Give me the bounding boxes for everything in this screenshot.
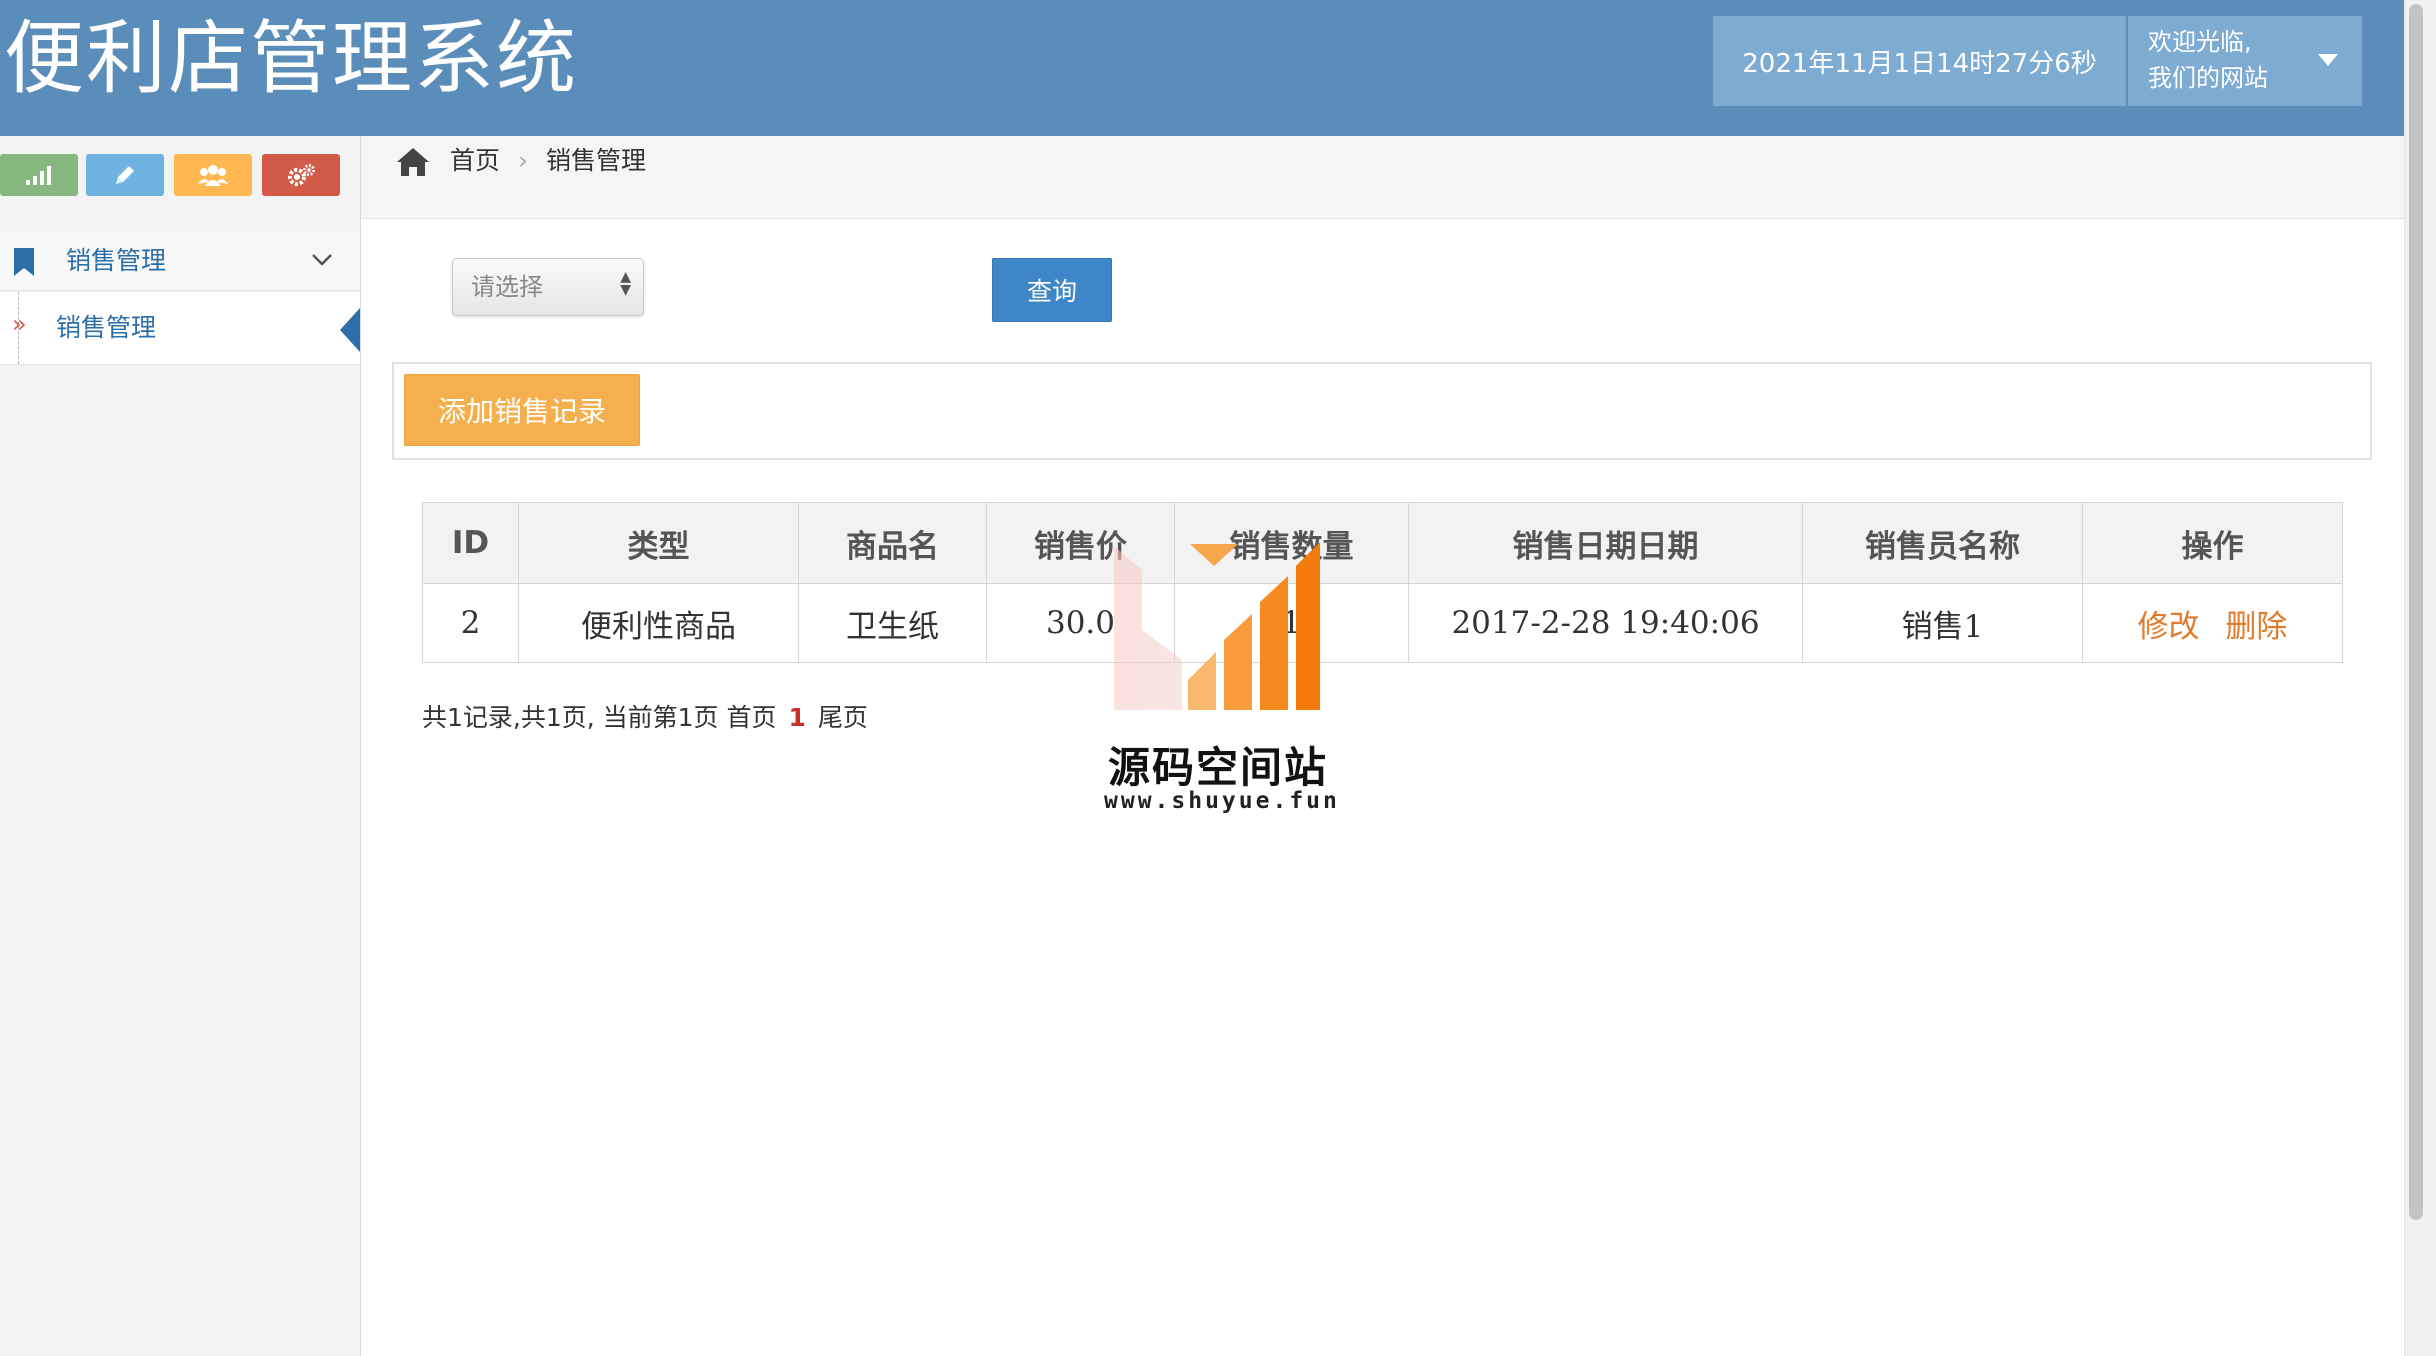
table-row: 2 便利性商品 卫生纸 30.0 1 2017-2-28 19:40:06 销售… — [422, 583, 2343, 663]
shortcut-stats-button[interactable] — [0, 154, 78, 196]
type-select[interactable]: 请选择 ▲ ▼ — [452, 258, 644, 316]
toolbar-panel — [392, 362, 2372, 460]
cell-type: 便利性商品 — [518, 583, 799, 663]
user-menu-toggle[interactable]: 欢迎光临, 我们的网站 — [2128, 16, 2362, 106]
top-navbar: 便利店管理系统 2021年11月1日14时27分6秒 欢迎光临, 我们的网站 — [0, 0, 2404, 136]
table-header-row: ID 类型 商品名 销售价 销售数量 销售日期日期 销售员名称 操作 — [422, 502, 2343, 584]
sales-table: ID 类型 商品名 销售价 销售数量 销售日期日期 销售员名称 操作 2 便利性… — [422, 502, 2343, 663]
pagination: 共1记录,共1页, 当前第1页 首页 1 尾页 — [422, 700, 868, 736]
breadcrumb-separator: › — [518, 146, 528, 175]
breadcrumb-current: 销售管理 — [546, 146, 647, 175]
site-name-text: 我们的网站 — [2148, 64, 2268, 92]
breadcrumb — [361, 136, 2404, 219]
select-updown-icon: ▲ ▼ — [620, 269, 631, 298]
add-sales-record-button[interactable]: 添加销售记录 — [404, 374, 640, 446]
users-icon — [198, 165, 228, 186]
watermark-logo — [1114, 542, 1320, 710]
pagination-summary: 共1记录,共1页, 当前第1页 — [422, 703, 719, 732]
column-header-product: 商品名 — [798, 502, 987, 584]
scrollbar-thumb[interactable] — [2409, 4, 2423, 1220]
cell-seller: 销售1 — [1802, 583, 2083, 663]
caret-down-icon — [2318, 54, 2338, 66]
edit-link[interactable]: 修改 — [2138, 609, 2200, 645]
app-title: 便利店管理系统 — [4, 12, 578, 105]
pagination-current-page: 1 — [788, 703, 806, 732]
column-header-seller: 销售员名称 — [1802, 502, 2083, 584]
submenu-item-sales-management[interactable]: » 销售管理 — [0, 292, 360, 365]
double-angle-right-icon: » — [12, 310, 27, 338]
query-button[interactable]: 查询 — [992, 258, 1112, 322]
welcome-text: 欢迎光临, — [2148, 28, 2252, 56]
menu-label: 销售管理 — [66, 246, 167, 275]
cogs-icon — [288, 164, 315, 186]
home-icon — [397, 148, 429, 176]
breadcrumb-home-link[interactable]: 首页 — [450, 136, 500, 186]
column-header-type: 类型 — [518, 502, 799, 584]
watermark-title: 源码空间站 — [1108, 743, 1329, 792]
watermark-url: www.shuyue.fun — [1104, 788, 1340, 814]
column-header-date: 销售日期日期 — [1408, 502, 1803, 584]
signal-icon — [26, 166, 51, 185]
shortcut-edit-button[interactable] — [86, 154, 164, 196]
pencil-icon — [116, 166, 134, 184]
shortcut-users-button[interactable] — [174, 154, 252, 196]
submenu-label: 销售管理 — [56, 313, 157, 342]
menu-sales-management[interactable]: 销售管理 — [0, 232, 360, 291]
active-item-marker — [340, 308, 360, 352]
cell-date: 2017-2-28 19:40:06 — [1408, 583, 1803, 663]
pagination-first-link[interactable]: 首页 — [727, 703, 777, 732]
cell-id: 2 — [422, 583, 519, 663]
bookmark-icon — [14, 248, 34, 276]
chevron-down-icon — [312, 254, 332, 266]
shortcut-settings-button[interactable] — [262, 154, 340, 196]
delete-link[interactable]: 删除 — [2225, 609, 2287, 645]
datetime-display: 2021年11月1日14时27分6秒 — [1713, 16, 2126, 106]
cell-product: 卫生纸 — [798, 583, 987, 663]
select-placeholder: 请选择 — [471, 273, 543, 301]
pagination-last-link[interactable]: 尾页 — [818, 703, 868, 732]
column-header-id: ID — [422, 502, 519, 584]
column-header-actions: 操作 — [2082, 502, 2343, 584]
sidebar: 销售管理 » 销售管理 — [0, 136, 361, 1356]
cell-actions: 修改 删除 — [2082, 583, 2343, 663]
